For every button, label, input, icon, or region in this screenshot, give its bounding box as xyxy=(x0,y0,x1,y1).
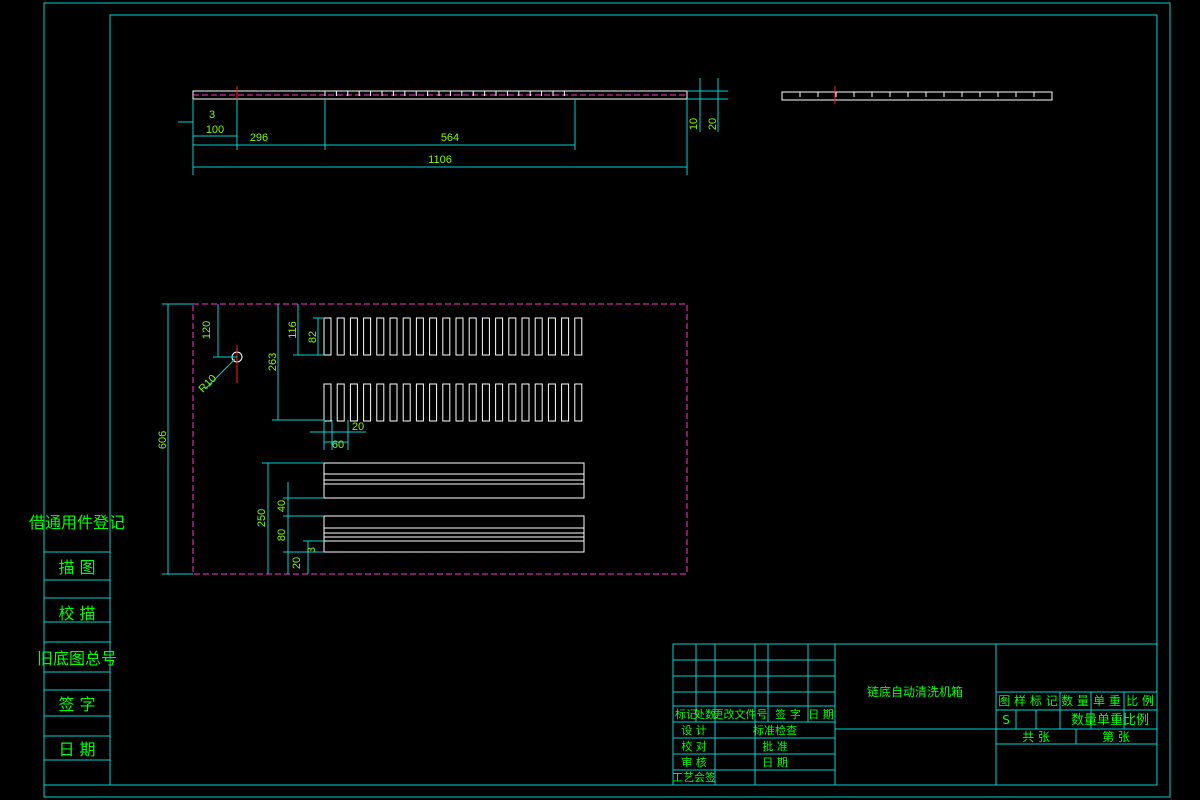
slot xyxy=(508,383,517,422)
slot xyxy=(389,383,398,422)
slot xyxy=(468,383,477,422)
dim-plan-116: 116 xyxy=(287,321,299,339)
inner-frame xyxy=(109,14,1158,786)
dim-plan-263: 263 xyxy=(267,353,279,371)
dim-top-1106: 1106 xyxy=(428,154,452,166)
slot xyxy=(455,317,464,356)
register-row-old-number: 旧底图总号 xyxy=(37,649,117,668)
register-row-drawing: 描 图 xyxy=(58,558,95,577)
register-row-sign: 签 字 xyxy=(58,695,95,714)
slot-row-upper xyxy=(323,317,583,356)
slot xyxy=(574,317,583,356)
slot xyxy=(402,383,411,422)
slot xyxy=(468,317,477,356)
tb-mid-date: 日 期 xyxy=(762,756,788,769)
slot xyxy=(349,317,358,356)
slot xyxy=(429,317,438,356)
dim-top-564: 564 xyxy=(441,132,459,144)
tb-drawing-name: 链底自动清洗机箱 xyxy=(867,684,963,699)
slot xyxy=(323,383,332,422)
tb-row-review: 审 核 xyxy=(681,755,707,769)
slot xyxy=(547,317,556,356)
slot xyxy=(442,317,451,356)
dim-plan-80: 80 xyxy=(276,529,288,541)
tb-row-design: 设 计 xyxy=(681,724,707,737)
tb-pattern-mark: 图 样 标 记 xyxy=(998,693,1057,708)
dim-plan-20b: 20 xyxy=(291,557,303,569)
slot xyxy=(508,317,517,356)
top-view: 3 100 296 564 1106 10 20 xyxy=(178,78,728,175)
slot xyxy=(547,383,556,422)
slot xyxy=(336,383,345,422)
side-view xyxy=(781,86,1053,104)
plate-lower xyxy=(323,515,585,553)
dim-plan-606: 606 xyxy=(157,431,169,449)
tb-scale: 比 例 xyxy=(1126,694,1154,708)
slot xyxy=(574,383,583,422)
side-view-outline xyxy=(781,91,1053,101)
slot xyxy=(363,383,372,422)
tb-quantity: 数 量 xyxy=(1061,693,1089,708)
dim-plan-r10: R10 xyxy=(196,372,219,395)
register-row-check: 校 描 xyxy=(58,604,95,623)
dim-plan-20: 20 xyxy=(352,421,364,433)
left-register: 借通用件登记 描 图 校 描 旧底图总号 签 字 日 期 xyxy=(29,513,125,786)
tb-sheet-no: 第 张 xyxy=(1102,730,1130,744)
register-row-date: 日 期 xyxy=(58,740,95,759)
slot xyxy=(323,317,332,356)
slot xyxy=(561,317,570,356)
slot xyxy=(455,383,464,422)
slot xyxy=(415,383,424,422)
slot xyxy=(495,383,504,422)
tb-right-overlay: 数量单重比例 xyxy=(1071,712,1149,728)
slot xyxy=(389,317,398,356)
dim-plan-120: 120 xyxy=(201,321,213,339)
slot-row-lower xyxy=(323,383,583,422)
tb-sheet-total: 共 张 xyxy=(1022,730,1050,744)
slot xyxy=(521,317,530,356)
slot xyxy=(442,383,451,422)
dim-plan-250: 250 xyxy=(256,509,268,527)
dim-plan-40: 40 xyxy=(276,500,288,512)
tb-col-change-doc: 更改文件号 xyxy=(713,707,768,721)
dim-top-296: 296 xyxy=(250,132,268,144)
slot xyxy=(534,317,543,356)
tb-approve: 批 准 xyxy=(762,739,788,753)
tb-col-date: 日 期 xyxy=(808,708,834,721)
tb-mark-s: S xyxy=(1002,713,1010,727)
slot xyxy=(429,383,438,422)
slot xyxy=(534,383,543,422)
slot xyxy=(495,317,504,356)
tb-row-process: 工艺会签 xyxy=(672,770,716,784)
slot xyxy=(349,383,358,422)
slot xyxy=(481,317,490,356)
title-block: 标记 处数 更改文件号 签 字 日 期 设 计 校 对 审 核 工艺会签 标准检… xyxy=(672,643,1158,786)
tb-row-proof: 校 对 xyxy=(681,739,707,753)
slot xyxy=(521,383,530,422)
slot xyxy=(415,317,424,356)
dim-top-3: 3 xyxy=(209,109,215,121)
dim-top-10: 10 xyxy=(688,118,700,130)
dim-plan-82: 82 xyxy=(307,331,319,343)
dim-plan-60: 60 xyxy=(332,439,344,451)
slot xyxy=(402,317,411,356)
slot xyxy=(481,383,490,422)
slot xyxy=(376,383,385,422)
cad-drawing-canvas: 借通用件登记 描 图 校 描 旧底图总号 签 字 日 期 3 100 296 5… xyxy=(29,2,1171,798)
slot xyxy=(363,317,372,356)
tb-col-sign: 签 字 xyxy=(775,707,801,721)
slot xyxy=(336,317,345,356)
dim-top-100: 100 xyxy=(206,124,224,136)
slot xyxy=(561,383,570,422)
outer-frame xyxy=(43,2,1171,798)
dim-top-20: 20 xyxy=(707,118,719,130)
plan-view: 606 R10 120 263 116 82 20 60 250 40 80 3… xyxy=(157,303,688,575)
tb-standard-check: 标准检查 xyxy=(753,723,797,737)
tb-unit-weight: 单 重 xyxy=(1093,694,1121,708)
slot xyxy=(376,317,385,356)
register-title: 借通用件登记 xyxy=(29,513,125,532)
